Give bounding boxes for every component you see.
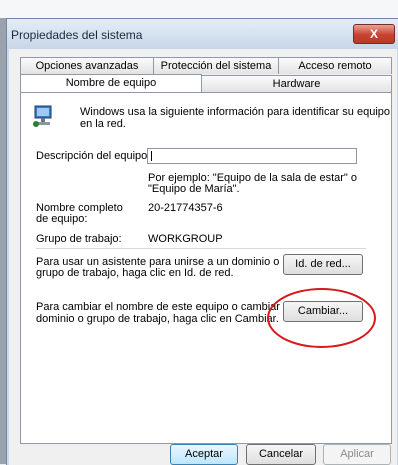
window-title: Propiedades del sistema xyxy=(11,28,143,42)
workgroup-label: Grupo de trabajo: xyxy=(36,233,122,245)
red-annotation-circle xyxy=(267,288,376,348)
close-icon: X xyxy=(369,27,378,41)
tab-label: Protección del sistema xyxy=(160,60,272,72)
rename-text-line2: dominio o grupo de trabajo, haga clic en… xyxy=(36,313,279,325)
tab-label: Nombre de equipo xyxy=(65,77,157,89)
tab-label: Acceso remoto xyxy=(298,60,372,72)
divider xyxy=(36,248,366,249)
workgroup-value: WORKGROUP xyxy=(148,233,223,245)
intro-text-line1: Windows usa la siguiente información par… xyxy=(80,106,391,118)
background-strip xyxy=(0,0,398,18)
example-line2: "Equipo de María". xyxy=(148,183,240,195)
tab-nombre-equipo[interactable]: Nombre de equipo xyxy=(20,74,202,92)
rename-text-line1: Para cambiar el nombre de este equipo o … xyxy=(36,301,292,313)
apply-button[interactable]: Aplicar xyxy=(323,444,391,465)
network-id-button-label: Id. de red... xyxy=(295,258,351,270)
title-bar[interactable]: Propiedades del sistema X xyxy=(7,19,398,49)
description-input[interactable] xyxy=(147,148,357,164)
tab-label: Hardware xyxy=(272,78,321,90)
network-text-line2: grupo de trabajo, haga clic en Id. de re… xyxy=(36,267,234,279)
computer-network-icon xyxy=(33,105,52,127)
tab-label: Opciones avanzadas xyxy=(35,60,139,72)
fullname-value: 20-21774357-6 xyxy=(148,202,223,214)
description-label: Descripción del equipo: xyxy=(36,150,151,162)
tab-acceso-remoto[interactable]: Acceso remoto xyxy=(278,57,392,74)
tab-proteccion-sistema[interactable]: Protección del sistema xyxy=(153,57,279,74)
network-id-button[interactable]: Id. de red... xyxy=(283,254,363,275)
intro-text-line2: en la red. xyxy=(80,118,126,130)
apply-button-label: Aplicar xyxy=(340,448,374,460)
close-button[interactable]: X xyxy=(353,24,395,44)
tab-opciones-avanzadas[interactable]: Opciones avanzadas xyxy=(20,57,154,74)
fullname-label-line2: de equipo: xyxy=(36,213,88,225)
cancel-button[interactable]: Cancelar xyxy=(246,444,316,465)
ok-button[interactable]: Aceptar xyxy=(170,444,238,465)
tab-hardware[interactable]: Hardware xyxy=(201,75,392,92)
ok-button-label: Aceptar xyxy=(185,448,223,460)
cancel-button-label: Cancelar xyxy=(258,448,304,460)
